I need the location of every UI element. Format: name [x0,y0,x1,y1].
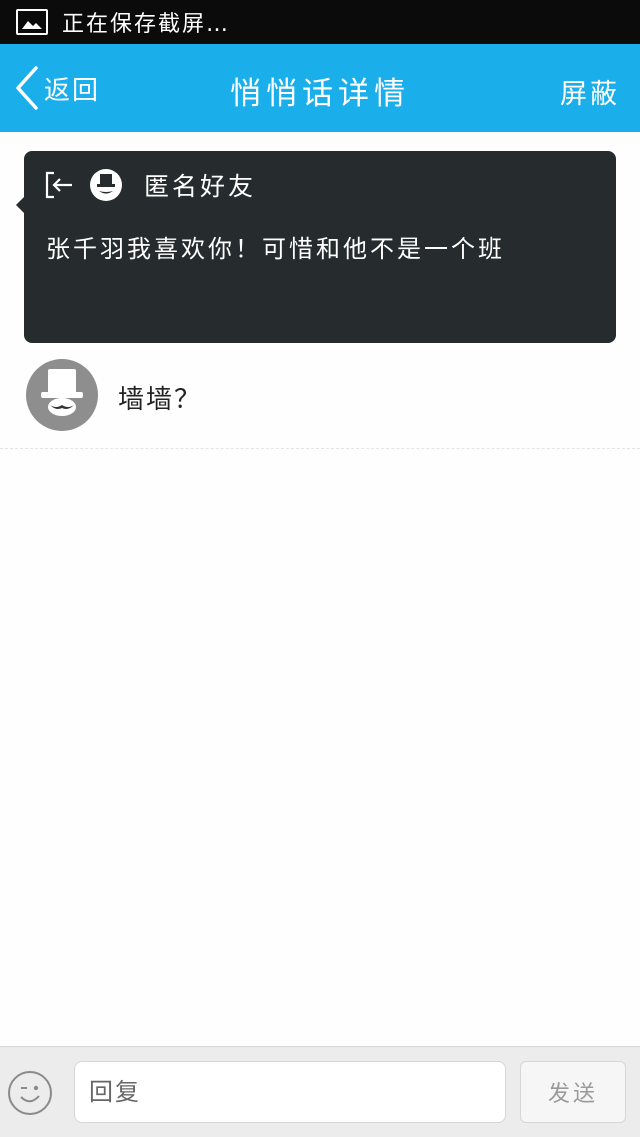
sender-name: 匿名好友 [144,172,257,201]
status-notification-text: 正在保存截屏… [62,12,231,37]
emoji-icon [20,1085,40,1103]
reply-item: 墙墙？ [0,343,640,449]
composer-bar: 发送 [0,1046,640,1137]
block-button[interactable]: 屏蔽 [560,72,620,111]
reply-input[interactable] [74,1061,506,1123]
avatar[interactable] [26,359,98,431]
message-text: 张千羽我喜欢你！可惜和他不是一个班 [46,235,505,263]
anonymous-avatar-icon [90,169,122,201]
status-bar: 正在保存截屏… [0,0,640,44]
image-icon [16,9,48,35]
app-header: 返回 悄悄话详情 屏蔽 [0,44,640,132]
page-title: 悄悄话详情 [230,76,410,112]
reply-text: 墙墙？ [118,385,203,415]
message-header: 匿名好友 [44,167,256,203]
emoji-button[interactable] [8,1071,52,1115]
card-tail [16,197,24,213]
message-card: 匿名好友 张千羽我喜欢你！可惜和他不是一个班 [16,151,616,343]
send-button[interactable]: 发送 [520,1061,626,1123]
exit-icon[interactable] [44,170,74,200]
